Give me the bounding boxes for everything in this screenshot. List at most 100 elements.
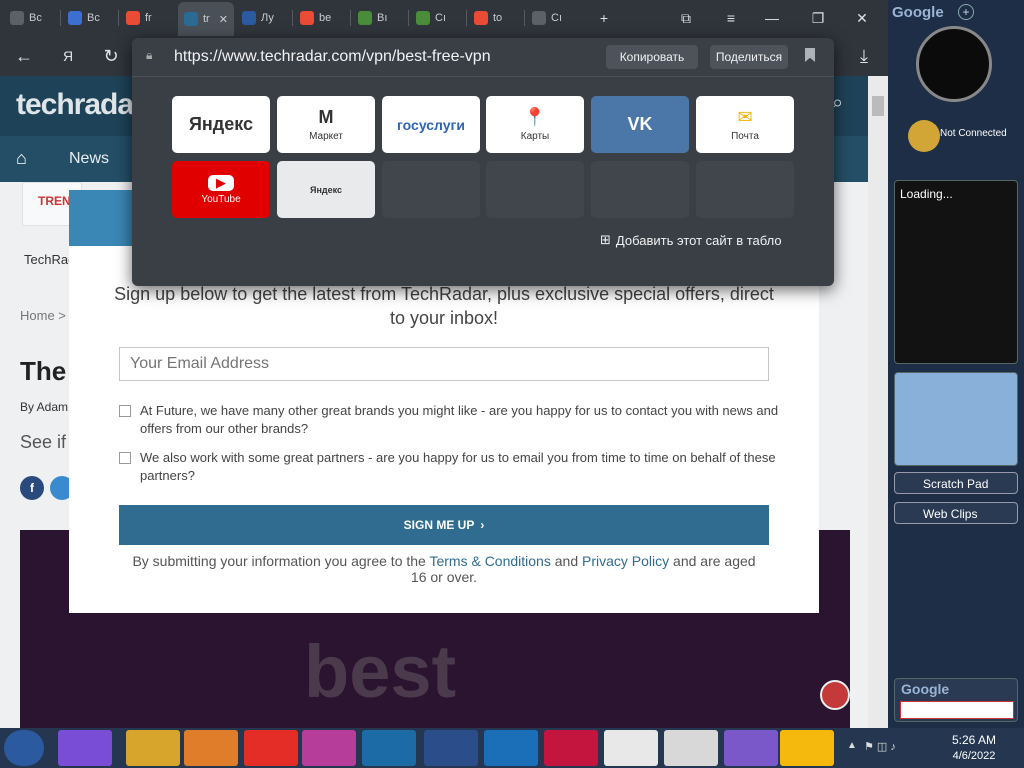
menu-icon[interactable]: ≡ (713, 4, 749, 32)
tab-label: Bc (29, 12, 42, 24)
bookmark-icon[interactable] (805, 48, 815, 62)
email-input[interactable] (119, 347, 769, 381)
tile-gosuslugi[interactable]: госуслуги (382, 96, 480, 153)
breadcrumb[interactable]: Home > (20, 308, 66, 323)
tab-8[interactable]: Cı (410, 4, 464, 32)
techradar-icon (184, 12, 198, 26)
clock-time[interactable]: 5:26 AM (944, 733, 1004, 747)
ccleaner-icon[interactable] (362, 730, 416, 766)
tab-5[interactable]: Лу (236, 4, 290, 32)
techradar-logo[interactable]: techradar (16, 88, 145, 122)
scrollbar-thumb[interactable] (872, 96, 884, 116)
sign-up-button[interactable]: SIGN ME UP › (119, 505, 769, 545)
slideshow-gadget[interactable] (894, 372, 1018, 466)
browser-window: Bc Bc fr tr ✕ Лу be Bı Cı to Cı + ⧉ ≡ — ❐ ✕ ← Я ↻ ⤓ tech… (0, 0, 888, 728)
tabs-collection-icon[interactable]: ⧉ (668, 4, 704, 32)
tab-7[interactable]: Bı (352, 4, 406, 32)
tab-label: Bı (377, 12, 388, 24)
tile-yandex[interactable]: Яндекс (172, 96, 270, 153)
screen-recorder-icon[interactable] (544, 730, 598, 766)
tab-6[interactable]: be (294, 4, 348, 32)
weather-sun-icon (908, 120, 940, 152)
reload-button[interactable]: ↻ (97, 44, 125, 68)
tile-maps[interactable]: 📍 Карты (486, 96, 584, 153)
add-site-button[interactable]: ⊞ Добавить этот сайт в табло (600, 232, 782, 248)
tile-youtube[interactable]: ▶ YouTube (172, 161, 270, 218)
address-dropdown: 🔒︎ https://www.techradar.com/vpn/best-fr… (132, 38, 834, 286)
tab-4[interactable]: tr ✕ (178, 2, 234, 36)
tab-9[interactable]: to (468, 4, 522, 32)
yandex-home-button[interactable]: Я (54, 44, 82, 68)
share-button[interactable]: Поделиться (710, 45, 788, 69)
watermelon-icon (416, 11, 430, 25)
alice-icon[interactable] (58, 730, 112, 766)
tile-folder[interactable]: Яндекс (277, 161, 375, 218)
clock-date[interactable]: 4/6/2022 (944, 750, 1004, 762)
yandex-browser-icon[interactable] (244, 730, 298, 766)
search-gadget-logo: Google (901, 681, 950, 697)
media-player-icon[interactable] (184, 730, 238, 766)
legal-text: By submitting your information you agree… (124, 553, 764, 585)
bonzi-icon[interactable] (724, 730, 778, 766)
url-field[interactable]: https://www.techradar.com/vpn/best-free-… (174, 48, 491, 66)
copy-button[interactable]: Копировать (606, 45, 698, 69)
restore-icon[interactable]: ❐ (800, 4, 836, 32)
close-tab-icon[interactable]: ✕ (219, 13, 228, 26)
close-icon[interactable]: ✕ (844, 4, 880, 32)
image-viewer-icon[interactable] (424, 730, 478, 766)
vpn-icon[interactable] (484, 730, 538, 766)
privacy-link[interactable]: Privacy Policy (582, 553, 669, 569)
subnav-text[interactable]: TechRad (24, 252, 75, 267)
tray-expand-icon[interactable]: ▲ (847, 740, 857, 751)
tile-empty (382, 161, 480, 218)
7zip-icon[interactable] (664, 730, 718, 766)
firefox-icon[interactable] (302, 730, 356, 766)
partners-consent-text: We also work with some great partners - … (140, 450, 776, 483)
yandex-icon[interactable] (604, 730, 658, 766)
trending-label: TREN (38, 194, 71, 208)
tile-yandex-logo: Яндекс (188, 114, 254, 134)
brands-checkbox[interactable] (119, 405, 131, 417)
tab-1[interactable]: Bc (4, 4, 58, 32)
page-scrollbar[interactable] (868, 76, 888, 728)
tab-separator (118, 10, 119, 26)
google-search-gadget[interactable]: Google (894, 678, 1018, 722)
downloads-button[interactable]: ⤓ (850, 44, 878, 68)
tab-3[interactable]: fr (120, 4, 174, 32)
facebook-icon[interactable]: f (20, 476, 44, 500)
tab-label: Bc (87, 12, 100, 24)
yandex-icon (126, 11, 140, 25)
start-button[interactable] (4, 730, 44, 766)
tile-maps-logo: 📍 (523, 107, 547, 127)
tab-label: Cı (551, 12, 562, 24)
grid-icon (68, 11, 82, 25)
home-icon[interactable]: ⌂ (16, 148, 27, 169)
back-button[interactable]: ← (10, 44, 38, 68)
tray-icons[interactable]: ⚑ ◫ ♪ (864, 740, 896, 753)
tab-10[interactable]: Cı (526, 4, 580, 32)
tab-label: be (319, 12, 332, 24)
cloud-icon[interactable] (780, 730, 834, 766)
feed-gadget[interactable]: Loading... (894, 180, 1018, 364)
clock-gadget[interactable] (916, 26, 992, 102)
minimize-icon[interactable]: — (754, 4, 790, 32)
google-search-input[interactable] (900, 701, 1014, 719)
add-gadget-icon[interactable]: + (958, 4, 974, 20)
tile-vk-logo: VK (627, 114, 653, 134)
partners-checkbox[interactable] (119, 452, 131, 464)
web-clips-gadget[interactable]: Web Clips (894, 502, 1018, 524)
notification-bell-icon[interactable] (820, 680, 850, 710)
tab-2[interactable]: Bc (62, 4, 116, 32)
tile-market[interactable]: М Маркет (277, 96, 375, 153)
scratch-pad-gadget[interactable]: Scratch Pad (894, 472, 1018, 494)
explorer-icon[interactable] (126, 730, 180, 766)
tile-vk[interactable]: VK (591, 96, 689, 153)
terms-link[interactable]: Terms & Conditions (429, 553, 550, 569)
brands-consent-text: At Future, we have many other great bran… (140, 403, 779, 436)
tile-mail[interactable]: ✉ Почта (696, 96, 794, 153)
nav-news[interactable]: News (69, 150, 109, 168)
tab-separator (524, 10, 525, 26)
new-tab-icon[interactable]: + (586, 4, 622, 32)
shield-icon (242, 11, 256, 25)
weather-status: Not Connected (940, 128, 1007, 139)
